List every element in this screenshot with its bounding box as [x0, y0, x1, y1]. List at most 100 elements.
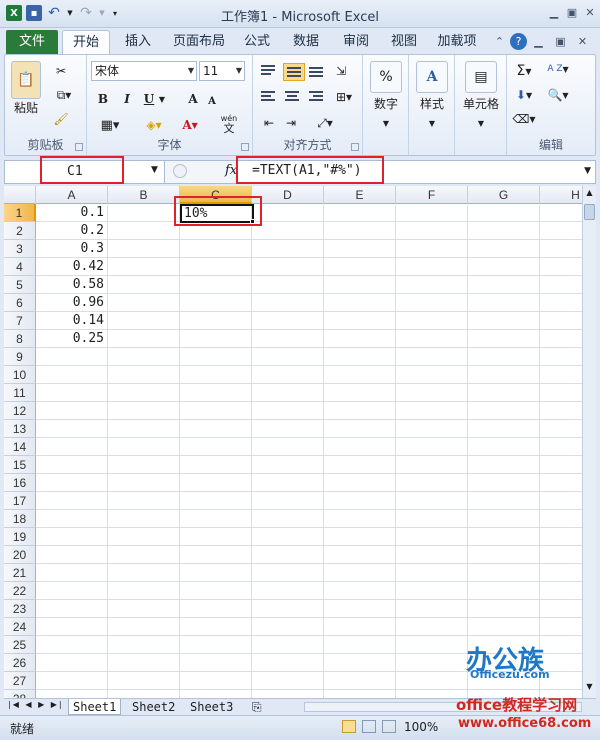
percent-icon[interactable]: % — [370, 61, 402, 93]
row-header[interactable]: 21 — [4, 564, 36, 582]
row-header[interactable]: 4 — [4, 258, 36, 276]
tab-insert[interactable]: 插入 — [118, 30, 158, 54]
scroll-up-icon[interactable]: ▲ — [584, 188, 595, 200]
row-header[interactable]: 27 — [4, 672, 36, 690]
expand-formula-bar-icon[interactable]: ▼ — [584, 166, 591, 176]
styles-icon[interactable]: A — [416, 61, 448, 93]
row-header[interactable]: 13 — [4, 420, 36, 438]
column-header-a[interactable]: A — [36, 186, 108, 204]
phonetic-guide-icon[interactable]: wén 文 — [215, 113, 243, 135]
clipboard-launcher-icon[interactable] — [75, 143, 83, 151]
row-header[interactable]: 14 — [4, 438, 36, 456]
row-header[interactable]: 9 — [4, 348, 36, 366]
cut-icon[interactable]: ✂ — [51, 61, 71, 81]
column-header-f[interactable]: F — [396, 186, 468, 204]
font-color-icon[interactable]: A▾ — [175, 115, 205, 135]
alignment-launcher-icon[interactable] — [351, 143, 359, 151]
cells-label[interactable]: 单元格 — [455, 95, 507, 112]
select-all-corner[interactable] — [4, 186, 36, 204]
tab-data[interactable]: 数据 — [286, 30, 326, 54]
align-left-icon[interactable] — [261, 91, 275, 103]
row-header[interactable]: 26 — [4, 654, 36, 672]
find-select-icon[interactable]: 🔍 ▼ — [543, 85, 573, 105]
sheet-tab-2[interactable]: Sheet2 — [128, 699, 179, 715]
collapse-ribbon-icon[interactable]: ⌃ — [491, 33, 508, 50]
cells-icon[interactable]: ▤ — [465, 61, 497, 93]
formula-bar-resize-icon[interactable] — [173, 164, 187, 178]
increase-indent-icon[interactable]: ⇥ — [281, 113, 301, 133]
row-header[interactable]: 3 — [4, 240, 36, 258]
close-icon[interactable]: ✕ — [582, 6, 598, 20]
row-header[interactable]: 24 — [4, 618, 36, 636]
row-header[interactable]: 2 — [4, 222, 36, 240]
row-header[interactable]: 20 — [4, 546, 36, 564]
autosum-icon[interactable]: Σ ▼ — [511, 61, 537, 81]
row-header[interactable]: 19 — [4, 528, 36, 546]
copy-icon[interactable]: ⧉▾ — [51, 85, 77, 105]
row-header[interactable]: 18 — [4, 510, 36, 528]
row-header[interactable]: 1 — [4, 204, 36, 222]
vertical-scroll-thumb[interactable] — [584, 204, 595, 220]
borders-icon[interactable]: ▦▾ — [95, 115, 125, 135]
wrap-text-icon[interactable]: ⇲ — [331, 61, 351, 81]
clear-icon[interactable]: ⌫ ▼ — [511, 109, 537, 129]
cells-dropdown-icon[interactable]: ▼ — [473, 113, 489, 133]
sort-filter-icon[interactable]: A Z ▼ — [543, 59, 573, 79]
sheet-tab-1[interactable]: Sheet1 — [68, 699, 122, 715]
workbook-restore-icon[interactable]: ▣ — [552, 33, 569, 50]
row-header[interactable]: 11 — [4, 384, 36, 402]
fill-color-icon[interactable]: ◈▾ — [139, 115, 169, 135]
minimize-icon[interactable]: ▁ — [546, 6, 562, 20]
number-dropdown-icon[interactable]: ▼ — [378, 113, 394, 133]
font-size-combo[interactable]: 11 ▼ — [199, 61, 245, 81]
cell-a4[interactable]: 0.42 — [36, 258, 108, 276]
sheet-nav-icons[interactable]: |◀ ◀ ▶ ▶| — [8, 700, 64, 709]
shrink-font-button[interactable]: A — [205, 91, 219, 111]
styles-dropdown-icon[interactable]: ▼ — [424, 113, 440, 133]
page-break-view-icon[interactable] — [382, 720, 396, 733]
zoom-level[interactable]: 100% — [404, 720, 438, 734]
row-header[interactable]: 15 — [4, 456, 36, 474]
row-header[interactable]: 17 — [4, 492, 36, 510]
vertical-scrollbar[interactable]: ▲ ▼ — [582, 186, 596, 698]
workbook-minimize-icon[interactable]: ▁ — [530, 33, 547, 50]
row-header[interactable]: 23 — [4, 600, 36, 618]
align-bottom-icon[interactable] — [309, 67, 323, 79]
bold-button[interactable]: B — [95, 89, 111, 109]
number-label[interactable]: 数字 — [365, 95, 407, 112]
cell-a8[interactable]: 0.25 — [36, 330, 108, 348]
row-header[interactable]: 12 — [4, 402, 36, 420]
align-center-icon[interactable] — [285, 91, 299, 103]
tab-home[interactable]: 开始 — [62, 30, 110, 54]
font-name-combo[interactable]: 宋体 ▼ — [91, 61, 197, 81]
tab-formulas[interactable]: 公式 — [238, 30, 276, 54]
format-painter-icon[interactable]: 🖌 — [51, 109, 71, 129]
paste-label[interactable]: 粘贴 — [9, 99, 43, 116]
align-middle-icon[interactable] — [283, 63, 305, 81]
row-header[interactable]: 6 — [4, 294, 36, 312]
tab-view[interactable]: 视图 — [384, 30, 424, 54]
insert-sheet-icon[interactable]: ⎘ — [248, 699, 266, 715]
align-right-icon[interactable] — [309, 91, 323, 103]
tab-file[interactable]: 文件 — [6, 30, 58, 54]
tab-review[interactable]: 审阅 — [336, 30, 376, 54]
sheet-tab-3[interactable]: Sheet3 — [186, 699, 237, 715]
font-launcher-icon[interactable] — [241, 143, 249, 151]
row-header[interactable]: 8 — [4, 330, 36, 348]
row-header[interactable]: 16 — [4, 474, 36, 492]
underline-button[interactable]: U — [141, 89, 157, 109]
underline-dropdown-icon[interactable]: ▼ — [157, 89, 167, 109]
column-header-d[interactable]: D — [252, 186, 324, 204]
page-layout-view-icon[interactable] — [362, 720, 376, 733]
cell-a1[interactable]: 0.1 — [36, 204, 108, 222]
cell-a7[interactable]: 0.14 — [36, 312, 108, 330]
grow-font-button[interactable]: A — [185, 89, 201, 109]
cell-a3[interactable]: 0.3 — [36, 240, 108, 258]
row-header[interactable]: 28 — [4, 690, 36, 698]
worksheet-grid[interactable]: A B C D E F G H 1 2 3 4 5 6 7 8 9 10 11 12 13 14 15 16 1… — [4, 186, 582, 698]
workbook-close-icon[interactable]: ✕ — [574, 33, 591, 50]
cell-a6[interactable]: 0.96 — [36, 294, 108, 312]
restore-icon[interactable]: ▣ — [564, 6, 580, 20]
column-header-e[interactable]: E — [324, 186, 396, 204]
column-header-g[interactable]: G — [468, 186, 540, 204]
